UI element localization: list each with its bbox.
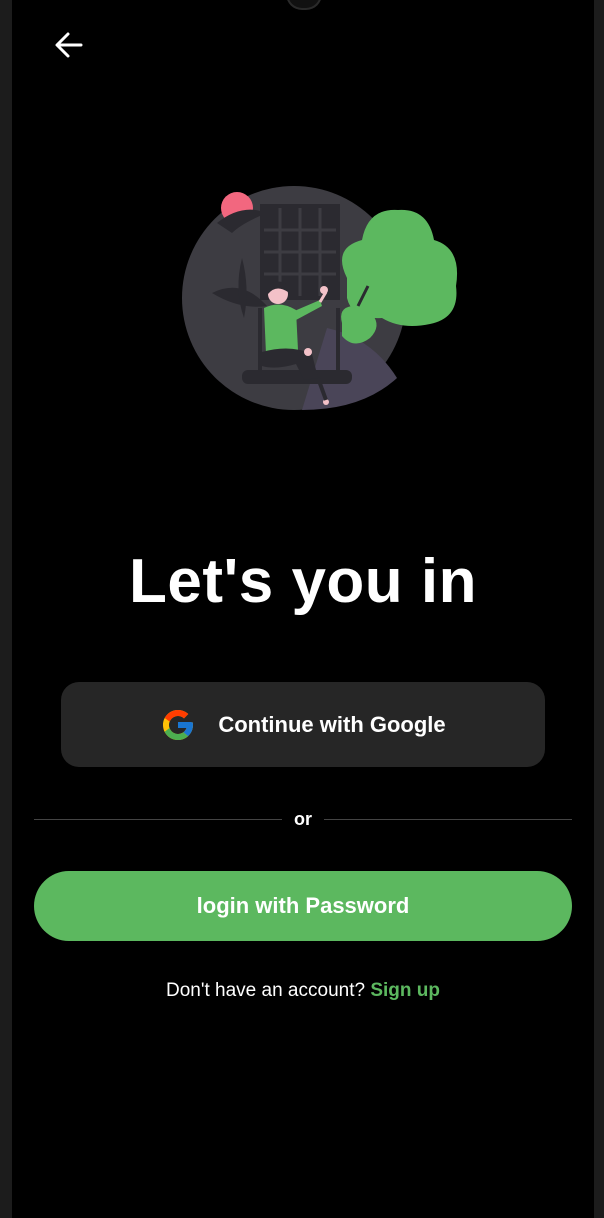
login-screen: Let's you in Continue with Google or log… — [12, 0, 594, 1218]
back-button[interactable] — [50, 26, 88, 64]
arrow-left-icon — [55, 32, 83, 58]
divider-line-left — [34, 818, 282, 820]
continue-with-google-label: Continue with Google — [218, 711, 446, 737]
continue-with-google-button[interactable]: Continue with Google — [61, 682, 545, 767]
signup-row: Don't have an account? Sign up — [12, 980, 594, 1002]
divider-line-right — [324, 818, 572, 820]
or-divider: or — [34, 806, 572, 832]
google-icon — [163, 709, 194, 740]
signup-prompt: Don't have an account? — [166, 980, 366, 1001]
divider-text: or — [294, 808, 312, 829]
signup-link[interactable]: Sign up — [370, 980, 440, 1001]
login-with-password-button[interactable]: login with Password — [34, 871, 572, 941]
camera-notch — [286, 0, 322, 10]
page-title: Let's you in — [129, 547, 477, 616]
person-on-swing-illustration — [172, 178, 472, 418]
